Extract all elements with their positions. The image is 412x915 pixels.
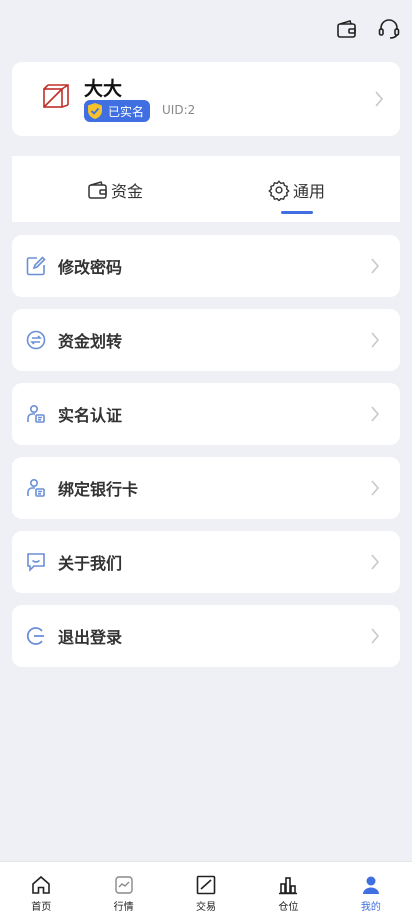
menu-item-logout[interactable]: 退出登录 xyxy=(12,605,400,667)
nav-label: 交易 xyxy=(196,902,217,913)
nav-label: 首页 xyxy=(31,902,52,913)
nav-item-trade[interactable]: 交易 xyxy=(165,862,247,915)
edit-icon xyxy=(25,255,47,277)
nav-item-market[interactable]: 行情 xyxy=(82,862,164,915)
chevron-right-icon xyxy=(371,406,380,422)
headset-icon[interactable] xyxy=(378,18,400,40)
menu-label: 退出登录 xyxy=(58,628,123,647)
shield-icon xyxy=(88,103,102,119)
message-icon xyxy=(25,551,47,573)
wallet-icon xyxy=(88,181,107,199)
chevron-right-icon xyxy=(371,258,380,274)
tab-funds[interactable]: 资金 xyxy=(88,178,143,202)
bottom-nav: 首页 行情 交易 仓位 我的 xyxy=(0,861,412,915)
wallet-icon[interactable] xyxy=(336,18,358,40)
id-user-icon xyxy=(25,403,47,425)
tab-funds-label: 资金 xyxy=(111,182,144,201)
chevron-right-icon xyxy=(371,332,380,348)
verified-badge: 已实名 xyxy=(84,100,151,122)
tab-general[interactable]: 通用 xyxy=(268,178,325,202)
gear-icon xyxy=(268,180,290,201)
chevron-right-icon xyxy=(371,628,380,644)
avatar xyxy=(40,83,70,113)
menu-item-change-password[interactable]: 修改密码 xyxy=(12,235,400,297)
nav-item-home[interactable]: 首页 xyxy=(0,862,82,915)
profile-card[interactable]: 大大 已实名 UID:2 xyxy=(12,62,400,136)
trade-icon xyxy=(195,874,217,896)
menu-label: 资金划转 xyxy=(58,332,123,351)
tab-general-label: 通用 xyxy=(293,182,326,201)
home-icon xyxy=(30,874,52,896)
chevron-right-icon xyxy=(371,480,380,496)
market-icon xyxy=(113,874,135,896)
chevron-right-icon xyxy=(371,554,380,570)
menu-item-identity-verification[interactable]: 实名认证 xyxy=(12,383,400,445)
nav-label: 我的 xyxy=(360,902,381,913)
settings-tabs: 资金 通用 xyxy=(12,156,400,222)
nav-item-positions[interactable]: 仓位 xyxy=(247,862,329,915)
menu-label: 修改密码 xyxy=(58,258,123,277)
chart-icon xyxy=(277,874,299,896)
menu-item-bind-bank-card[interactable]: 绑定银行卡 xyxy=(12,457,400,519)
nav-item-mine[interactable]: 我的 xyxy=(330,862,412,915)
nav-label: 仓位 xyxy=(278,902,299,913)
top-bar xyxy=(336,18,400,40)
menu-label: 实名认证 xyxy=(58,406,123,425)
user-name: 大大 xyxy=(84,78,123,100)
nav-label: 行情 xyxy=(113,902,134,913)
user-icon xyxy=(360,874,382,896)
menu-item-fund-transfer[interactable]: 资金划转 xyxy=(12,309,400,371)
menu-label: 关于我们 xyxy=(58,554,123,573)
id-user-icon xyxy=(25,477,47,499)
user-uid: UID:2 xyxy=(162,103,196,117)
verified-label: 已实名 xyxy=(108,104,145,119)
menu-item-about-us[interactable]: 关于我们 xyxy=(12,531,400,593)
transfer-icon xyxy=(25,329,47,351)
active-tab-indicator xyxy=(281,211,313,214)
logout-icon xyxy=(25,625,47,647)
menu-label: 绑定银行卡 xyxy=(58,480,139,499)
chevron-right-icon xyxy=(375,91,384,107)
